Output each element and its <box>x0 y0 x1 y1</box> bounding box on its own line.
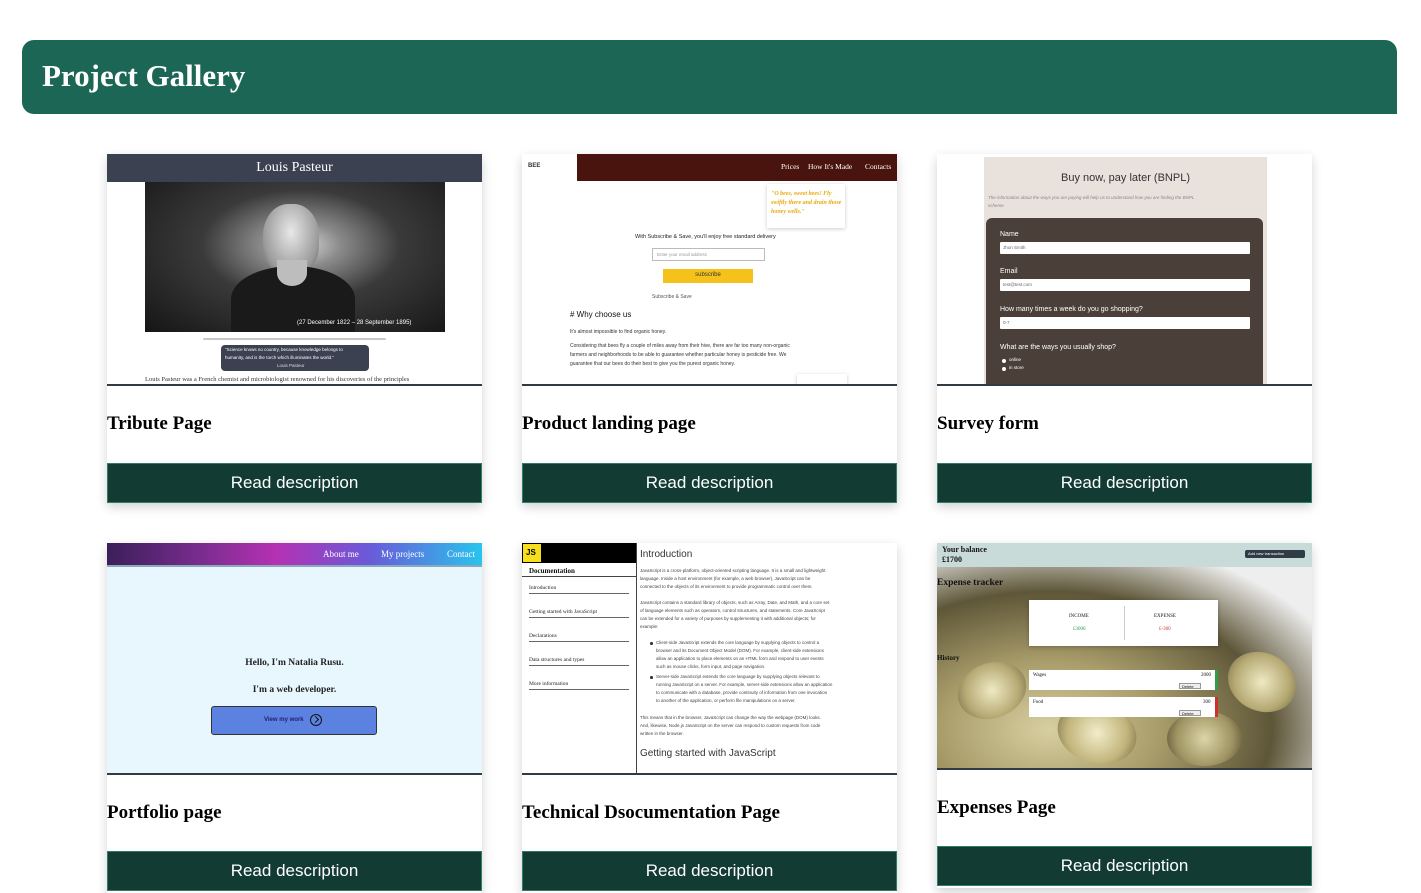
caption-line <box>203 338 386 340</box>
read-description-button[interactable]: Read description <box>937 463 1312 503</box>
preview-navbar: Prices How It's Made Contacts <box>577 154 897 181</box>
preview-form-panel: Name Jhon Smith Email test@test.com How … <box>986 218 1263 384</box>
project-card-technical-doc: JS Documentation Introduction Getting st… <box>522 543 897 893</box>
read-description-button[interactable]: Read description <box>937 846 1312 886</box>
project-card-survey: Buy now, pay later (BNPL) The informatio… <box>937 154 1312 503</box>
income-expense-panel: INCOME £3000 EXPENSE £-300 <box>1029 600 1218 646</box>
doc-nav-title: Documentation <box>529 567 575 575</box>
preview-email-input: Enter your email address <box>652 248 765 261</box>
project-card-portfolio: About me My projects Contact Hello, I'm … <box>107 543 482 893</box>
preview-cta: View my work <box>211 706 377 735</box>
project-card-product-landing: BEE Prices How It's Made Contacts "O bee… <box>522 154 897 503</box>
project-preview-portfolio[interactable]: About me My projects Contact Hello, I'm … <box>107 543 482 775</box>
quote-box: "Science knows no country, because knowl… <box>221 345 369 371</box>
read-description-button[interactable]: Read description <box>522 463 897 503</box>
project-card-expenses: Your balance £1700 Add new transaction E… <box>937 543 1312 888</box>
balance-bar: Your balance £1700 Add new transaction <box>937 543 1312 567</box>
project-title: Survey form <box>937 413 1039 434</box>
read-description-button[interactable]: Read description <box>107 463 482 503</box>
project-preview-technical-doc[interactable]: JS Documentation Introduction Getting st… <box>522 543 897 775</box>
preview-logo: BEE <box>528 163 541 169</box>
project-title: Tribute Page <box>107 413 212 434</box>
project-title: Technical Dsocumentation Page <box>522 802 780 823</box>
photo-caption: (27 December 1822 – 28 September 1895) <box>297 320 412 326</box>
read-description-button[interactable]: Read description <box>107 851 482 891</box>
project-title: Expenses Page <box>937 797 1056 818</box>
transaction-row: Food 300 Delete <box>1029 697 1218 717</box>
project-title: Portfolio page <box>107 802 222 823</box>
js-logo: JS <box>523 544 541 562</box>
preview-quote: "O bees, sweet bees! Fly swiftly there a… <box>767 184 845 228</box>
project-preview-product-landing[interactable]: BEE Prices How It's Made Contacts "O bee… <box>522 154 897 386</box>
page-title: Project Gallery <box>42 58 246 93</box>
preview-heading: Buy now, pay later (BNPL) <box>1060 172 1190 184</box>
project-preview-tribute[interactable]: Louis Pasteur (27 December 1822 – 28 Sep… <box>107 154 482 386</box>
read-description-button[interactable]: Read description <box>522 851 897 891</box>
gallery-header: Project Gallery <box>22 40 1397 114</box>
project-title: Product landing page <box>522 413 696 434</box>
project-preview-survey[interactable]: Buy now, pay later (BNPL) The informatio… <box>937 154 1312 386</box>
preview-heading: Louis Pasteur <box>256 160 333 175</box>
preview-navbar: About me My projects Contact <box>107 543 482 565</box>
project-preview-expenses[interactable]: Your balance £1700 Add new transaction E… <box>937 543 1312 770</box>
portrait-photo: (27 December 1822 – 28 September 1895) <box>145 182 445 332</box>
preview-body-text: Louis Pasteur was a French chemist and m… <box>145 376 410 383</box>
preview-subscribe-button: subscribe <box>663 269 753 283</box>
arrow-circle-icon <box>310 714 322 726</box>
transaction-row: Wages 2000 Delete <box>1029 670 1218 690</box>
project-card-tribute: Louis Pasteur (27 December 1822 – 28 Sep… <box>107 154 482 503</box>
